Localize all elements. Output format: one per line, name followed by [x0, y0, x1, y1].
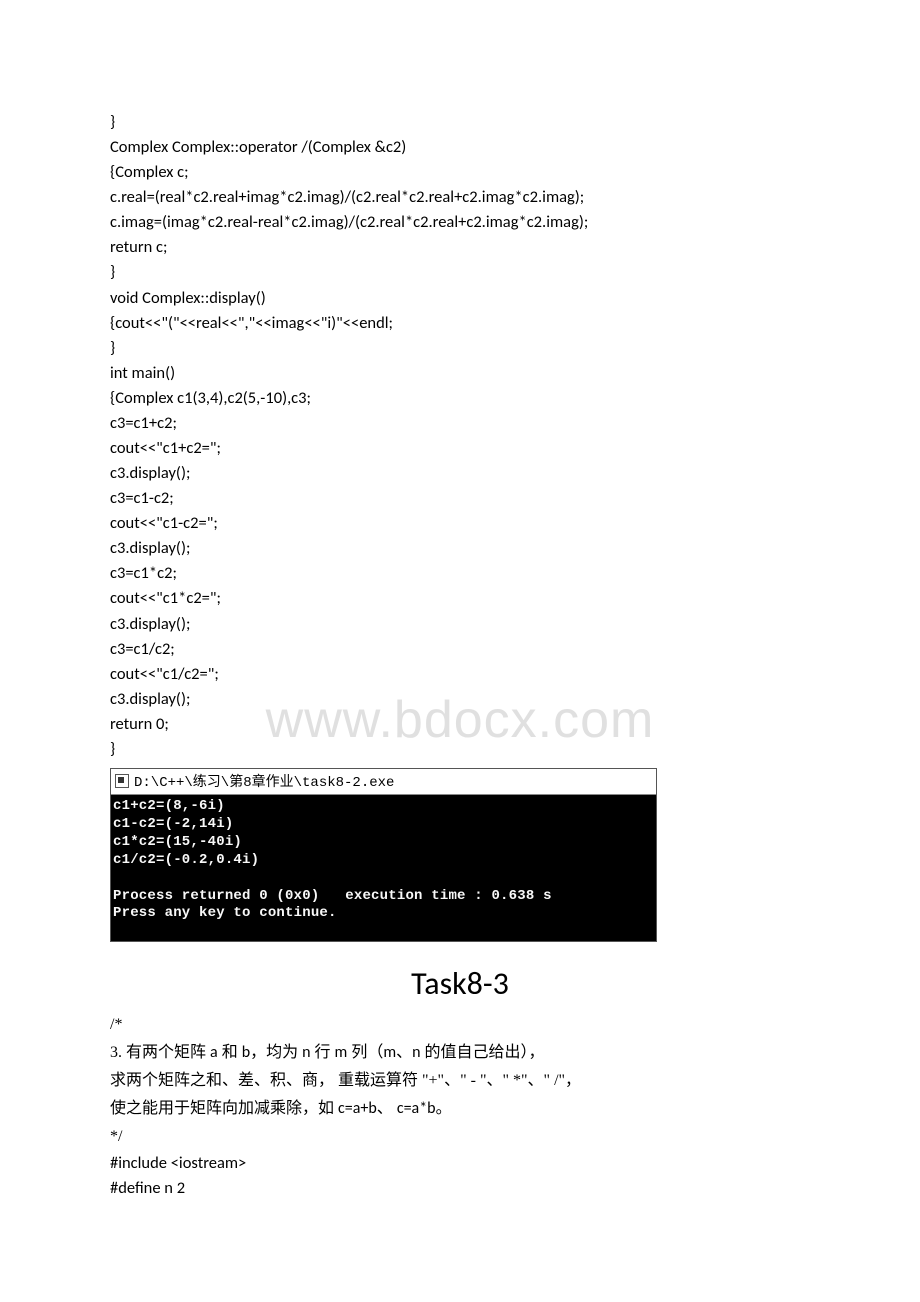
- include-line: #include <iostream>: [110, 1151, 810, 1176]
- desc-line-2: 求两个矩阵之和、差、积、商， 重载运算符 "+"、" - "、" *"、" /"…: [110, 1067, 810, 1095]
- t: 。: [436, 1100, 452, 1117]
- desc-line-3: 使之能用于矩阵向加减乘除，如 c=a+b、 c=a*b。: [110, 1095, 810, 1123]
- console-window: D:\C++\练习\第8章作业\task8-2.exe c1+c2=(8,-6i…: [110, 768, 657, 942]
- app-icon: [115, 774, 129, 788]
- t: 列（: [347, 1044, 383, 1061]
- console-title-text: D:\C++\练习\第8章作业\task8-2.exe: [134, 771, 394, 791]
- t: m、n: [383, 1043, 420, 1062]
- comment-open: /*: [110, 1011, 810, 1039]
- comment-close: */: [110, 1123, 810, 1151]
- t: n: [302, 1043, 310, 1062]
- console-titlebar: D:\C++\练习\第8章作业\task8-2.exe: [111, 769, 656, 795]
- t: 和: [218, 1044, 242, 1061]
- t: 的值自己给出），: [421, 1044, 545, 1061]
- t: m: [335, 1043, 348, 1062]
- task-description: /* 3. 有两个矩阵 a 和 b，均为 n 行 m 列（m、n 的值自己给出）…: [110, 1011, 810, 1201]
- t: c=a*b: [397, 1099, 436, 1118]
- t: b: [242, 1043, 250, 1062]
- console-output: c1+c2=(8,-6i) c1-c2=(-2,14i) c1*c2=(15,-…: [111, 795, 656, 941]
- define-line: #define n 2: [110, 1176, 810, 1201]
- t: 3. 有两个矩阵: [110, 1044, 210, 1061]
- task-heading: Task8-3: [110, 964, 810, 1003]
- t: 使之能用于矩阵向加减乘除，如: [110, 1100, 338, 1117]
- t: ，均为: [250, 1044, 302, 1061]
- desc-line-1: 3. 有两个矩阵 a 和 b，均为 n 行 m 列（m、n 的值自己给出），: [110, 1039, 810, 1067]
- t: c=a+b: [338, 1099, 377, 1118]
- t: 、: [377, 1100, 397, 1117]
- t: a: [210, 1043, 218, 1062]
- source-code-block: } Complex Complex::operator /(Complex &c…: [110, 110, 810, 762]
- t: 行: [311, 1044, 335, 1061]
